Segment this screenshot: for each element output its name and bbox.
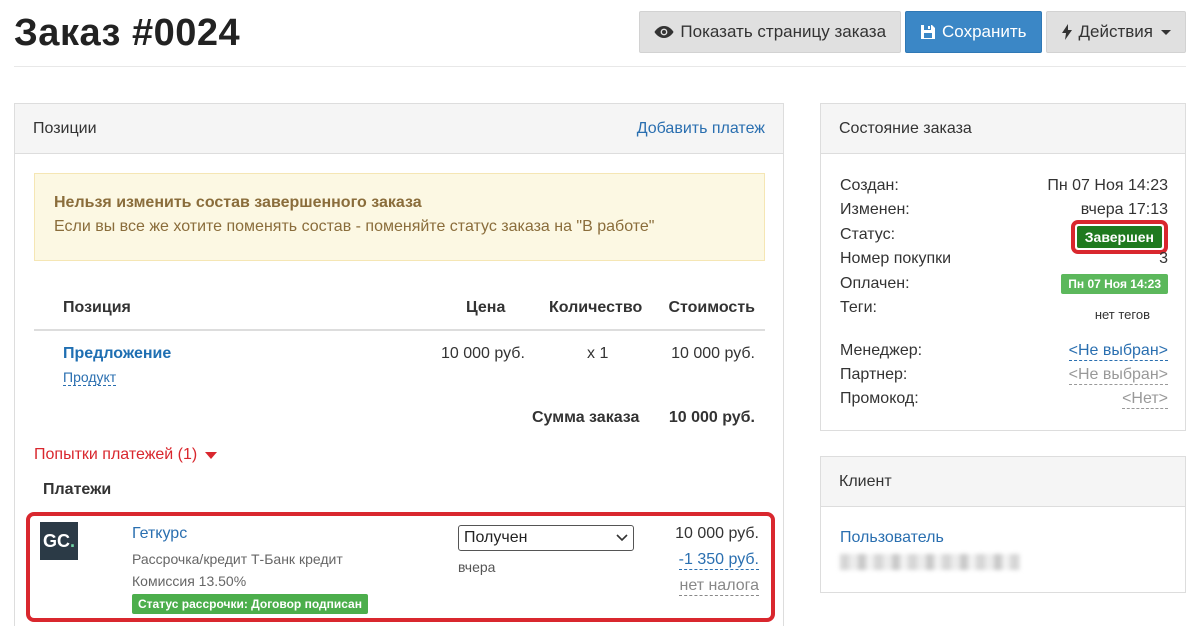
column-header-cost: Стоимость — [668, 299, 755, 316]
caret-down-icon — [205, 451, 218, 459]
paid-label: Оплачен: — [840, 275, 910, 292]
created-label: Создан: — [840, 177, 899, 194]
paid-row: Оплачен: Пн 07 Ноя 14:23 — [840, 274, 1168, 299]
positions-table-header: Позиция Цена Количество Стоимость — [34, 289, 765, 331]
client-panel-heading: Клиент — [821, 457, 1185, 507]
column-header-quantity: Количество — [549, 299, 643, 316]
positions-heading-title: Позиции — [33, 119, 97, 137]
paid-badge: Пн 07 Ноя 14:23 — [1061, 274, 1168, 294]
order-sum-label: Сумма заказа — [532, 409, 640, 426]
bolt-icon — [1061, 24, 1072, 40]
alert-title: Нельзя изменить состав завершенного зака… — [54, 194, 422, 211]
show-order-page-button[interactable]: Показать страницу заказа — [639, 11, 902, 53]
show-order-page-label: Показать страницу заказа — [680, 22, 887, 41]
tags-row: Теги: нет тегов — [840, 299, 1168, 323]
actions-dropdown-button[interactable]: Действия — [1045, 11, 1186, 53]
logo-dot: . — [69, 530, 75, 551]
tags-label: Теги: — [840, 299, 877, 316]
partner-label: Партнер: — [840, 366, 908, 383]
payment-commission: Комиссия 13.50% — [132, 573, 247, 589]
payment-provider-link[interactable]: Геткурс — [132, 525, 187, 543]
status-highlight: Завершен — [1070, 220, 1168, 254]
promo-select-link[interactable]: <Нет> — [1122, 390, 1168, 409]
payments-title: Платежи — [43, 481, 112, 498]
partner-select-link[interactable]: <Не выбран> — [1068, 366, 1168, 385]
payment-row: GC. Геткурс Рассрочка/кредит Т-Банк кред… — [26, 512, 775, 622]
promo-label: Промокод: — [840, 390, 919, 407]
paid-badge-wrap: Пн 07 Ноя 14:23 — [1061, 274, 1168, 294]
purchase-value: 3 — [1159, 250, 1168, 267]
order-state-heading: Состояние заказа — [821, 104, 1185, 154]
payment-tax-link[interactable]: нет налога — [679, 577, 759, 596]
eye-icon — [654, 26, 674, 38]
status-label: Статус: — [840, 226, 896, 243]
locked-order-alert: Нельзя изменить состав завершенного зака… — [34, 173, 765, 261]
positions-panel: Позиции Добавить платеж Нельзя изменить … — [14, 103, 784, 626]
item-price: 10 000 руб. — [441, 345, 525, 362]
page-title: Заказ #0024 — [14, 12, 241, 54]
column-header-price: Цена — [466, 299, 506, 316]
changed-value: вчера 17:13 — [1080, 201, 1168, 218]
actions-label: Действия — [1078, 22, 1153, 41]
status-row: Статус: Завершен — [840, 220, 1168, 254]
payment-attempts-label: Попытки платежей (1) — [34, 446, 198, 463]
logo-text: GC — [42, 530, 70, 551]
client-panel: Клиент Пользователь — [820, 456, 1186, 593]
tags-value: нет тегов — [1094, 307, 1150, 322]
chevron-down-icon — [616, 534, 628, 542]
manager-select-link[interactable]: <Не выбран> — [1068, 342, 1168, 361]
column-header-position: Позиция — [63, 299, 131, 316]
order-state-panel: Состояние заказа Создан: Пн 07 Ноя 14:23… — [820, 103, 1186, 431]
payment-status-value: Получен — [464, 529, 528, 546]
redacted-client-info — [840, 554, 1020, 570]
payment-fee-link[interactable]: -1 350 руб. — [678, 551, 759, 570]
item-title-link[interactable]: Предложение — [63, 345, 171, 363]
header-divider — [14, 66, 1186, 67]
getcourse-logo: GC. — [40, 522, 78, 560]
order-state-title: Состояние заказа — [839, 119, 972, 137]
status-badge[interactable]: Завершен — [1076, 226, 1162, 248]
add-payment-link[interactable]: Добавить платеж — [637, 120, 765, 138]
created-value: Пн 07 Ноя 14:23 — [1047, 177, 1168, 194]
promo-row: Промокод: <Нет> — [840, 390, 1168, 414]
client-user-link[interactable]: Пользователь — [840, 529, 944, 547]
item-type-link[interactable]: Продукт — [63, 369, 117, 386]
payment-method: Рассрочка/кредит Т-Банк кредит — [132, 551, 343, 567]
chevron-down-icon — [1161, 29, 1171, 35]
installment-status-badge: Статус рассрочки: Договор подписан — [132, 594, 368, 614]
partner-row: Партнер: <Не выбран> — [840, 366, 1168, 390]
client-heading-title: Клиент — [839, 472, 892, 490]
purchase-row: Номер покупки 3 — [840, 250, 1168, 274]
positions-panel-heading: Позиции Добавить платеж — [15, 104, 783, 154]
order-sum-value: 10 000 руб. — [668, 409, 755, 426]
top-actions: Показать страницу заказа Сохранить Дейст… — [639, 11, 1186, 53]
changed-label: Изменен: — [840, 201, 910, 218]
payment-attempts-toggle[interactable]: Попытки платежей (1) — [34, 446, 218, 464]
payment-date: вчера — [458, 559, 496, 575]
item-cost: 10 000 руб. — [671, 345, 755, 362]
alert-text: Если вы все же хотите поменять состав - … — [54, 218, 655, 235]
manager-row: Менеджер: <Не выбран> — [840, 342, 1168, 366]
save-button[interactable]: Сохранить — [905, 11, 1042, 53]
payment-amount: 10 000 руб. — [675, 525, 759, 542]
manager-label: Менеджер: — [840, 342, 923, 359]
purchase-label: Номер покупки — [840, 250, 952, 267]
payment-status-select[interactable]: Получен — [458, 525, 634, 551]
floppy-disk-icon — [921, 25, 936, 39]
save-label: Сохранить — [942, 22, 1027, 41]
created-row: Создан: Пн 07 Ноя 14:23 — [840, 177, 1168, 201]
table-row: Предложение Продукт 10 000 руб. x 1 10 0… — [34, 331, 765, 391]
item-quantity: x 1 — [587, 345, 609, 362]
